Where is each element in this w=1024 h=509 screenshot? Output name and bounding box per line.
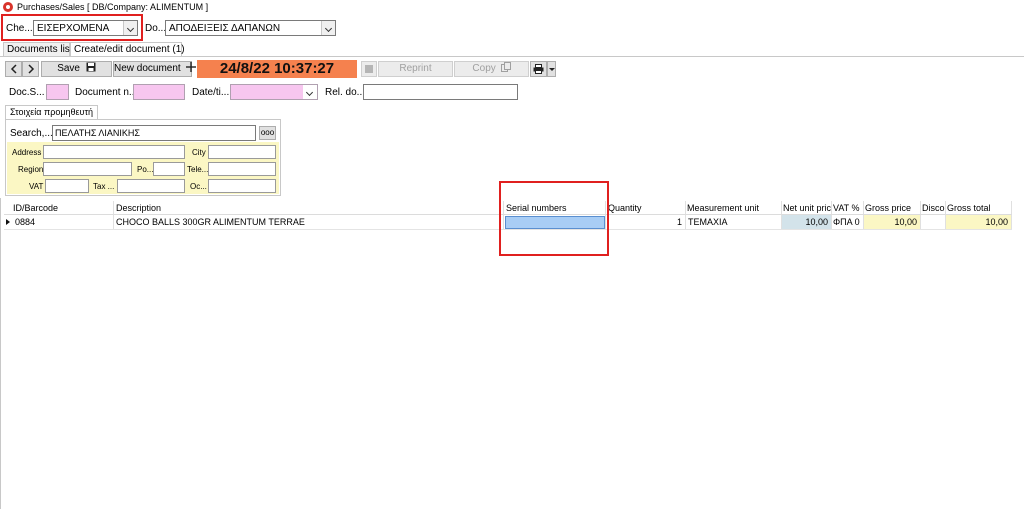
title-bar: Purchases/Sales [ DB/Company: ALIMENTUM …: [0, 0, 1024, 14]
column-header-gross-price[interactable]: Gross price: [865, 201, 919, 215]
print-options-button[interactable]: [547, 61, 556, 77]
printer-icon: [533, 64, 544, 74]
app-icon: [3, 2, 13, 12]
save-button-label: Save: [57, 63, 80, 74]
vat-field[interactable]: [45, 179, 89, 193]
postal-code-label: Po...: [137, 165, 154, 174]
related-doc-field[interactable]: [363, 84, 518, 100]
window-title: Purchases/Sales [ DB/Company: ALIMENTUM …: [17, 2, 209, 12]
floppy-disk-icon: [86, 62, 96, 72]
prev-button[interactable]: [5, 61, 22, 77]
tax-office-label: Tax ...: [93, 182, 115, 191]
cell-gross-total[interactable]: 10,00: [946, 215, 1011, 230]
column-header-net-unit-price[interactable]: Net unit pric: [783, 201, 831, 215]
occupation-label: Oc...: [190, 182, 207, 191]
column-header-discount[interactable]: Disco: [922, 201, 945, 215]
do-dropdown[interactable]: ΑΠΟΔΕΙΞΕΙΣ ΔΑΠΑΝΩΝ: [165, 20, 336, 36]
address-label: Address: [12, 148, 42, 157]
stop-icon: [365, 65, 373, 73]
reprint-button[interactable]: Reprint: [378, 61, 453, 77]
print-button[interactable]: [530, 61, 547, 77]
highlight-box-che: [1, 14, 143, 41]
do-label: Do...: [145, 23, 167, 34]
new-document-label: New document: [114, 63, 181, 74]
city-field[interactable]: [208, 145, 276, 159]
doc-number-field[interactable]: [133, 84, 185, 100]
cell-net-unit-price[interactable]: 10,00: [782, 215, 831, 230]
tab-supplier-details[interactable]: Στοιχεία προμηθευτή: [5, 105, 99, 119]
cell-measurement-unit[interactable]: TEMAXIA: [688, 215, 780, 230]
chevron-right-icon: [27, 64, 34, 74]
copy-icon: [500, 62, 511, 72]
supplier-search-input[interactable]: ΠΕΛΑΤΗΣ ΛΙΑΝΙΚΗΣ: [52, 125, 256, 141]
doc-number-label: Document n...: [75, 87, 138, 98]
cell-discount[interactable]: [921, 215, 945, 230]
occupation-field[interactable]: [208, 179, 276, 193]
tab-documents-list[interactable]: Documents list: [3, 42, 73, 56]
plus-icon: [186, 62, 197, 72]
chevron-left-icon: [10, 64, 17, 74]
cell-id-barcode[interactable]: 0884: [15, 215, 111, 230]
copy-label: Copy: [472, 63, 496, 74]
doc-series-field[interactable]: [46, 84, 69, 100]
next-button[interactable]: [22, 61, 39, 77]
supplier-search-value: ΠΕΛΑΤΗΣ ΛΙΑΝΙΚΗΣ: [55, 128, 140, 138]
copy-button[interactable]: Copy: [454, 61, 529, 77]
cell-quantity[interactable]: 1: [606, 215, 685, 230]
chevron-down-icon[interactable]: [303, 85, 317, 99]
new-document-button[interactable]: New document: [113, 61, 197, 77]
phone-field[interactable]: [208, 162, 276, 176]
postal-code-field[interactable]: [153, 162, 185, 176]
datetime-display: 24/8/22 10:37:27: [197, 60, 357, 78]
chevron-down-icon[interactable]: [321, 21, 335, 35]
column-header-quantity[interactable]: Quantity: [608, 201, 684, 215]
stop-button[interactable]: [361, 61, 377, 77]
tax-office-field[interactable]: [117, 179, 185, 193]
date-time-label: Date/ti...: [192, 87, 230, 98]
vat-label: VAT: [29, 182, 44, 191]
grid-left-border: [0, 198, 1, 509]
cell-gross-price[interactable]: 10,00: [864, 215, 920, 230]
cell-description[interactable]: CHOCO BALLS 300GR ALIMENTUM TERRAE: [116, 215, 502, 230]
more-options-button[interactable]: ooo: [259, 126, 276, 140]
do-value: ΑΠΟΔΕΙΞΕΙΣ ΔΑΠΑΝΩΝ: [169, 23, 281, 34]
column-header-description[interactable]: Description: [116, 201, 502, 215]
address-field[interactable]: [43, 145, 185, 159]
dropdown-arrow-icon: [548, 68, 555, 71]
column-header-id-barcode[interactable]: ID/Barcode: [13, 201, 113, 215]
column-header-measurement-unit[interactable]: Measurement unit: [687, 201, 780, 215]
related-doc-label: Rel. do...: [325, 87, 366, 98]
tab-divider: [0, 56, 1024, 57]
region-field[interactable]: [43, 162, 132, 176]
save-button[interactable]: Save: [41, 61, 112, 77]
column-header-vat[interactable]: VAT %: [833, 201, 863, 215]
phone-label: Tele...: [187, 165, 209, 174]
highlight-box-serial-numbers: [499, 181, 609, 256]
column-header-gross-total[interactable]: Gross total: [947, 201, 1011, 215]
search-label: Search,...: [10, 128, 53, 139]
date-time-field[interactable]: [230, 84, 318, 100]
doc-series-label: Doc.S...: [9, 87, 45, 98]
city-label: City: [192, 148, 206, 157]
cell-vat[interactable]: ΦΠΑ 0: [833, 215, 863, 230]
region-label: Region: [18, 165, 44, 174]
tab-create-edit-document[interactable]: Create/edit document (1): [70, 42, 185, 57]
